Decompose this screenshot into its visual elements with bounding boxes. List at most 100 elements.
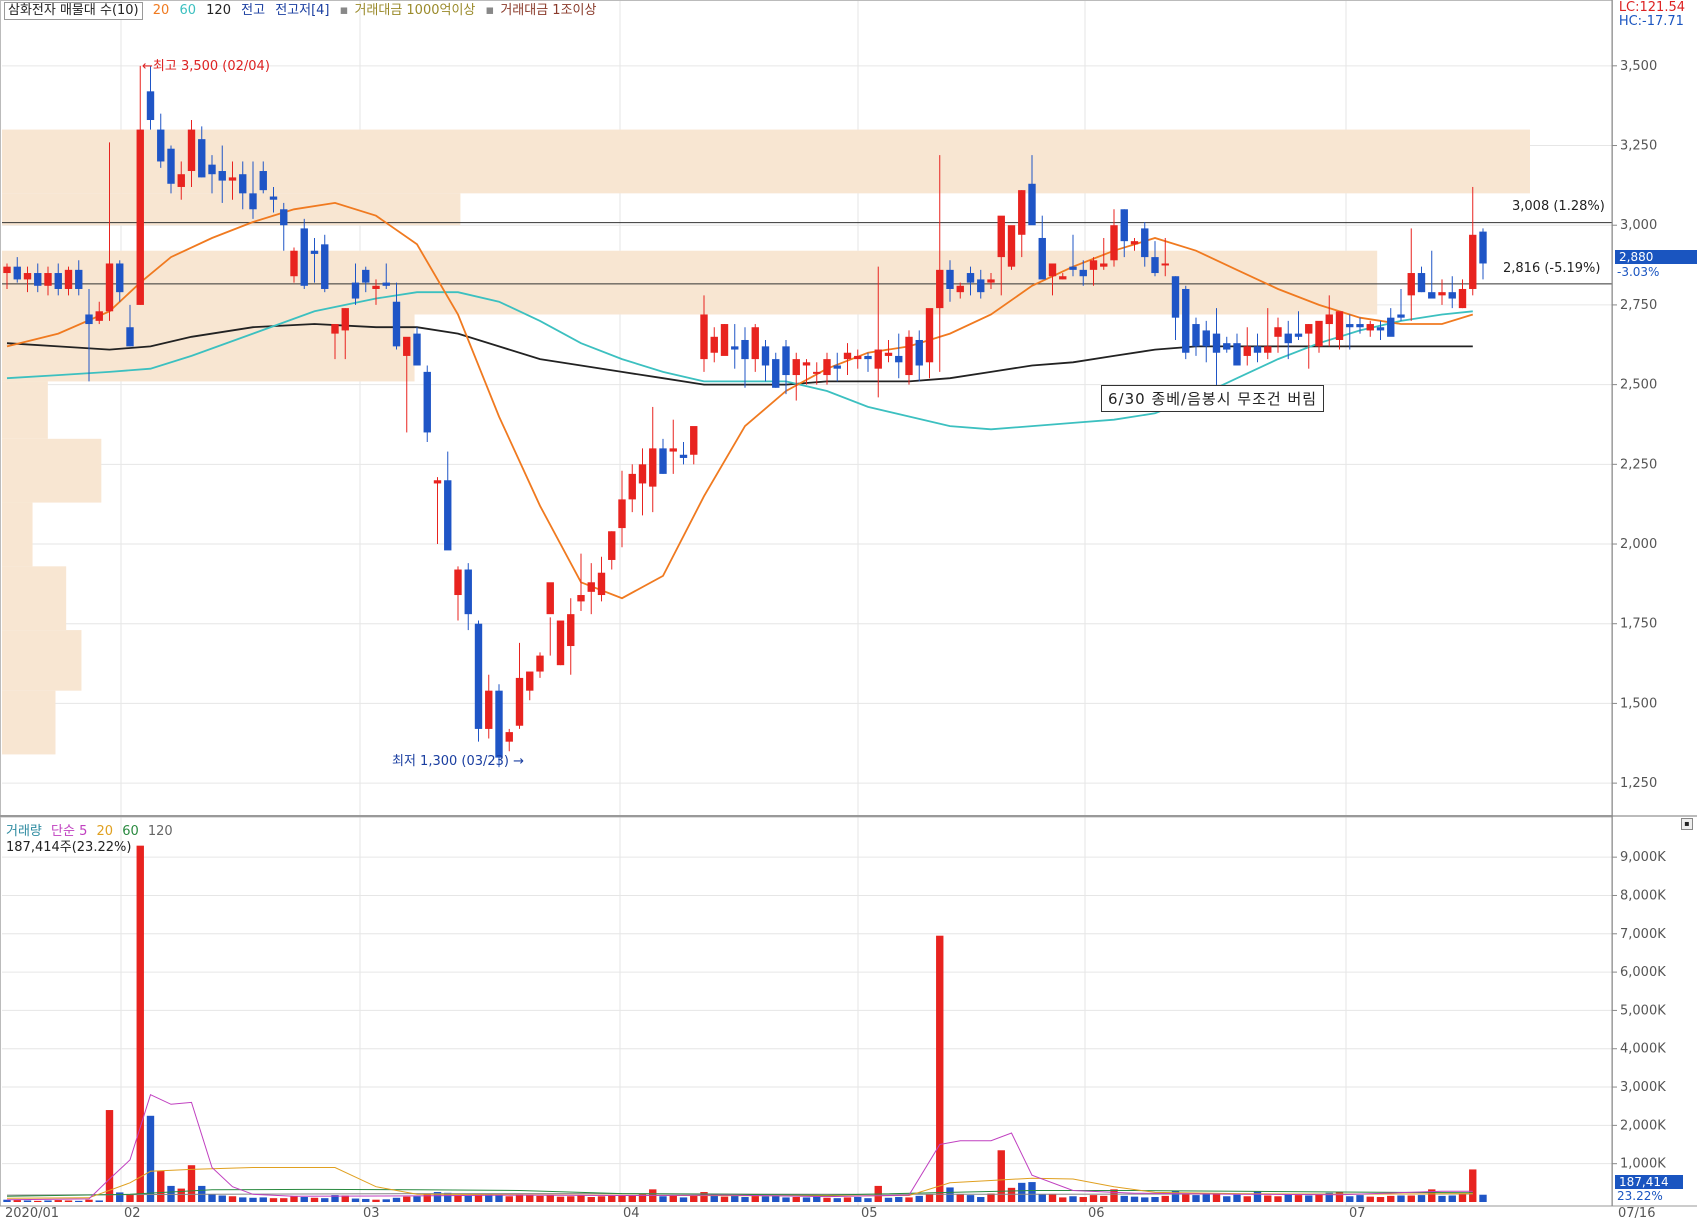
volume-bar	[1059, 1197, 1067, 1202]
candle-body	[1274, 327, 1282, 337]
volume-tick-label: 3,000K	[1620, 1080, 1666, 1095]
volume-bar	[1151, 1197, 1159, 1202]
volume-bar	[218, 1195, 226, 1202]
volume-profile-bar	[2, 193, 461, 226]
candle-body	[1243, 346, 1251, 356]
volume-bar	[679, 1197, 688, 1202]
volume-bar	[556, 1196, 565, 1202]
volume-bar	[895, 1197, 903, 1202]
volume-bar	[1407, 1195, 1415, 1202]
legend-title[interactable]: 삼화전자 매물대 수(10)	[4, 2, 143, 20]
volume-bar	[761, 1196, 770, 1202]
candle-body	[1151, 257, 1159, 274]
candle-body	[720, 324, 729, 356]
candle-body	[1223, 343, 1231, 350]
candle-body	[146, 91, 155, 121]
candle-body	[116, 263, 124, 293]
volume-bar	[1253, 1191, 1262, 1202]
volume-bar	[208, 1194, 216, 1202]
volume-bar	[249, 1197, 257, 1202]
volume-bar	[1028, 1182, 1036, 1202]
legend-ma20[interactable]: 20	[153, 3, 170, 18]
volume-bar	[372, 1199, 380, 1202]
candle-body	[710, 336, 718, 353]
volume-bar	[1079, 1197, 1087, 1202]
volume-bar	[1007, 1187, 1016, 1202]
legend-prev-high[interactable]: 전고	[241, 3, 265, 18]
price-tick-label: 2,250	[1620, 457, 1657, 472]
candle-body	[136, 129, 144, 305]
candle-body	[23, 273, 32, 280]
vol-legend-ma120[interactable]: 120	[148, 824, 173, 839]
volume-bar	[126, 1194, 134, 1202]
candle-body	[505, 732, 513, 742]
volume-bar	[75, 1200, 83, 1202]
candle-body	[403, 336, 411, 356]
candle-body	[966, 273, 975, 283]
volume-bar	[905, 1197, 913, 1202]
volume-bar	[731, 1195, 739, 1202]
candle-body	[597, 572, 606, 596]
volume-bar	[772, 1195, 780, 1202]
legend-prev-high-low[interactable]: 전고저[4]	[275, 3, 329, 18]
current-price-tag: 2,880	[1615, 250, 1697, 264]
candle-body	[956, 285, 964, 293]
volume-bar	[95, 1200, 103, 1202]
candle-body	[792, 359, 800, 376]
volume-tick-label: 8,000K	[1620, 888, 1666, 903]
volume-bar	[977, 1197, 985, 1202]
legend-amount-1000[interactable]: 거래대금 1000억이상	[354, 3, 475, 18]
candle-body	[1325, 314, 1333, 325]
volume-bar	[1100, 1195, 1108, 1202]
candle-body	[515, 677, 524, 726]
volume-bar	[1182, 1194, 1190, 1202]
volume-profile-bar	[2, 381, 48, 439]
candle-body	[372, 285, 380, 289]
volume-bar	[351, 1198, 360, 1202]
candle-body	[177, 174, 185, 187]
volume-bar	[1243, 1196, 1251, 1202]
volume-bar	[136, 845, 144, 1202]
candle-body	[300, 228, 308, 286]
volume-profile-bar	[2, 314, 415, 382]
volume-bar	[1448, 1195, 1456, 1202]
candle-body	[474, 623, 483, 729]
candle-body	[1028, 183, 1036, 226]
price-panel-frame	[0, 0, 1613, 816]
candle-body	[1407, 273, 1415, 296]
volume-bar	[1346, 1196, 1354, 1202]
volume-bar	[526, 1195, 534, 1202]
candle-body	[782, 346, 790, 376]
legend-amount-1t[interactable]: 거래대금 1조이상	[500, 3, 596, 18]
volume-tick-label: 4,000K	[1620, 1042, 1666, 1057]
note-box: 6/30 종베/음봉시 무조건 버림	[1101, 385, 1325, 412]
volume-bar	[966, 1195, 975, 1202]
candle-body	[1007, 225, 1016, 267]
candle-body	[669, 448, 677, 452]
volume-bar	[577, 1195, 585, 1202]
volume-bar	[628, 1195, 636, 1202]
candle-body	[1356, 324, 1364, 328]
legend-ma120[interactable]: 120	[206, 3, 231, 18]
candle-body	[638, 464, 647, 484]
candle-body	[362, 269, 370, 283]
candle-body	[679, 454, 688, 458]
candle-body	[454, 569, 462, 596]
candle-body	[864, 355, 872, 360]
high-annotation: ←최고 3,500 (02/04)	[142, 59, 270, 74]
candle-body	[536, 655, 544, 672]
legend-ma60[interactable]: 60	[179, 3, 196, 18]
x-tick-label: 07/16	[1618, 1206, 1655, 1221]
volume-bar	[239, 1197, 247, 1202]
volume-bars	[3, 845, 1487, 1202]
candle-body	[1479, 231, 1487, 264]
candle-body	[34, 273, 42, 286]
volume-bar	[1356, 1195, 1364, 1202]
volume-bar	[669, 1195, 677, 1202]
volume-bar	[1202, 1193, 1210, 1202]
volume-bar	[1069, 1196, 1077, 1202]
candle-body	[946, 269, 954, 289]
volume-bar	[413, 1196, 421, 1202]
panel-maximize-icon[interactable]: ▪	[1681, 818, 1693, 830]
volume-bar	[105, 1110, 114, 1202]
